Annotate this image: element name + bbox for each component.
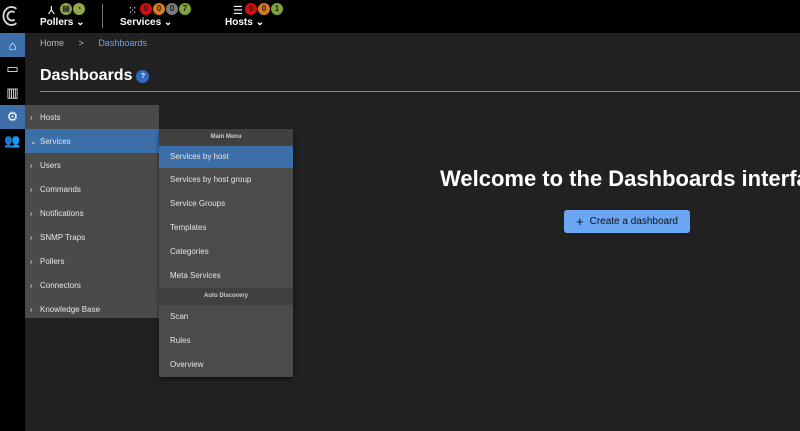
main-menu-header: Main Menu: [159, 129, 293, 146]
server-icon: ☰: [233, 5, 243, 17]
menu-item-label: Connectors: [40, 280, 81, 290]
breadcrumb-current[interactable]: Dashboards: [98, 38, 147, 48]
help-icon[interactable]: ?: [136, 70, 150, 83]
services-grid-icon: ⁙: [128, 5, 138, 17]
submenu-item[interactable]: Rules: [159, 329, 293, 353]
pollers-network-icon: ⅄: [48, 5, 55, 17]
sidebar: ⌂ ▭ ▥ ⚙ 👥: [0, 33, 25, 431]
menu-item-label: Services: [40, 136, 71, 146]
chevron-right-icon: ›: [30, 208, 33, 218]
menu-item-snmp-traps[interactable]: › SNMP Traps: [25, 225, 159, 249]
create-dashboard-label: Create a dashboard: [589, 216, 678, 227]
latency-gauge-icon: ◔: [73, 3, 85, 15]
submenu-item[interactable]: Overview: [159, 353, 293, 377]
submenu-item[interactable]: Meta Services: [159, 264, 293, 288]
centreon-logo-icon[interactable]: [2, 5, 20, 27]
submenu-item[interactable]: Services by host: [159, 146, 293, 168]
chevron-right-icon: ›: [30, 112, 33, 122]
create-dashboard-button[interactable]: + Create a dashboard: [564, 210, 690, 233]
reporting-chart-icon[interactable]: ▥: [0, 81, 25, 105]
configuration-gear-icon[interactable]: ⚙: [0, 105, 25, 129]
submenu-item[interactable]: Service Groups: [159, 192, 293, 216]
menu-item-label: SNMP Traps: [40, 232, 86, 242]
chevron-right-icon: ›: [30, 256, 33, 266]
menu-item-label: Knowledge Base: [40, 304, 101, 314]
administration-users-icon[interactable]: 👥: [0, 129, 25, 153]
home-icon[interactable]: ⌂: [0, 33, 25, 57]
menu-item-users[interactable]: › Users: [25, 153, 159, 177]
plus-icon: +: [576, 214, 584, 229]
critical-badge[interactable]: 0: [140, 3, 152, 15]
menu-item-label: Commands: [40, 184, 81, 194]
menu-item-services[interactable]: ⌄ Services: [25, 129, 159, 153]
services-submenu: Main Menu Services by host Services by hos…: [159, 129, 293, 377]
up-badge[interactable]: 1: [271, 3, 283, 15]
menu-item-notifications[interactable]: › Notifications: [25, 201, 159, 225]
pollers-label: Pollers ⌄: [40, 17, 85, 28]
services-label: Services ⌄: [120, 17, 173, 28]
welcome-heading: Welcome to the Dashboards interface: [440, 166, 800, 191]
chevron-right-icon: ›: [30, 304, 33, 314]
database-icon: ▤: [60, 3, 72, 15]
submenu-item[interactable]: Templates: [159, 216, 293, 240]
submenu-item[interactable]: Categories: [159, 240, 293, 264]
menu-item-label: Pollers: [40, 256, 65, 266]
configuration-menu: › Hosts ⌄ Services › Users › Commands › Notificat…: [25, 105, 159, 318]
chevron-down-icon: ⌄: [30, 136, 37, 146]
page-title: Dashboards?: [40, 67, 150, 85]
menu-item-hosts[interactable]: › Hosts: [25, 105, 159, 129]
unreachable-badge[interactable]: 0: [258, 3, 270, 15]
menu-item-commands[interactable]: › Commands: [25, 177, 159, 201]
breadcrumb-home[interactable]: Home: [40, 38, 64, 48]
breadcrumb-separator: >: [78, 38, 84, 48]
menu-item-pollers[interactable]: › Pollers: [25, 249, 159, 273]
top-bar: ⅄ ▤ ◔ Pollers ⌄ ⁙ 0 0 0 7 Services ⌄ ☰ 0…: [0, 0, 800, 33]
menu-item-label: Users: [40, 160, 61, 170]
auto-discovery-header: Auto Discovery: [159, 288, 293, 305]
down-badge[interactable]: 0: [245, 3, 257, 15]
chevron-right-icon: ›: [30, 280, 33, 290]
submenu-item[interactable]: Scan: [159, 305, 293, 329]
breadcrumb: Home > Dashboards: [40, 38, 147, 48]
menu-item-label: Notifications: [40, 208, 84, 218]
hosts-label: Hosts ⌄: [225, 17, 264, 28]
divider: [102, 4, 103, 28]
menu-item-knowledge-base[interactable]: › Knowledge Base: [25, 297, 159, 321]
menu-item-connectors[interactable]: › Connectors: [25, 273, 159, 297]
ok-badge[interactable]: 7: [179, 3, 191, 15]
chevron-right-icon: ›: [30, 184, 33, 194]
submenu-item[interactable]: Services by host group: [159, 168, 293, 192]
menu-item-label: Hosts: [40, 112, 61, 122]
monitoring-icon[interactable]: ▭: [0, 57, 25, 81]
title-divider: [40, 91, 800, 92]
unknown-badge[interactable]: 0: [166, 3, 178, 15]
chevron-right-icon: ›: [30, 232, 33, 242]
warning-badge[interactable]: 0: [153, 3, 165, 15]
chevron-right-icon: ›: [30, 160, 33, 170]
